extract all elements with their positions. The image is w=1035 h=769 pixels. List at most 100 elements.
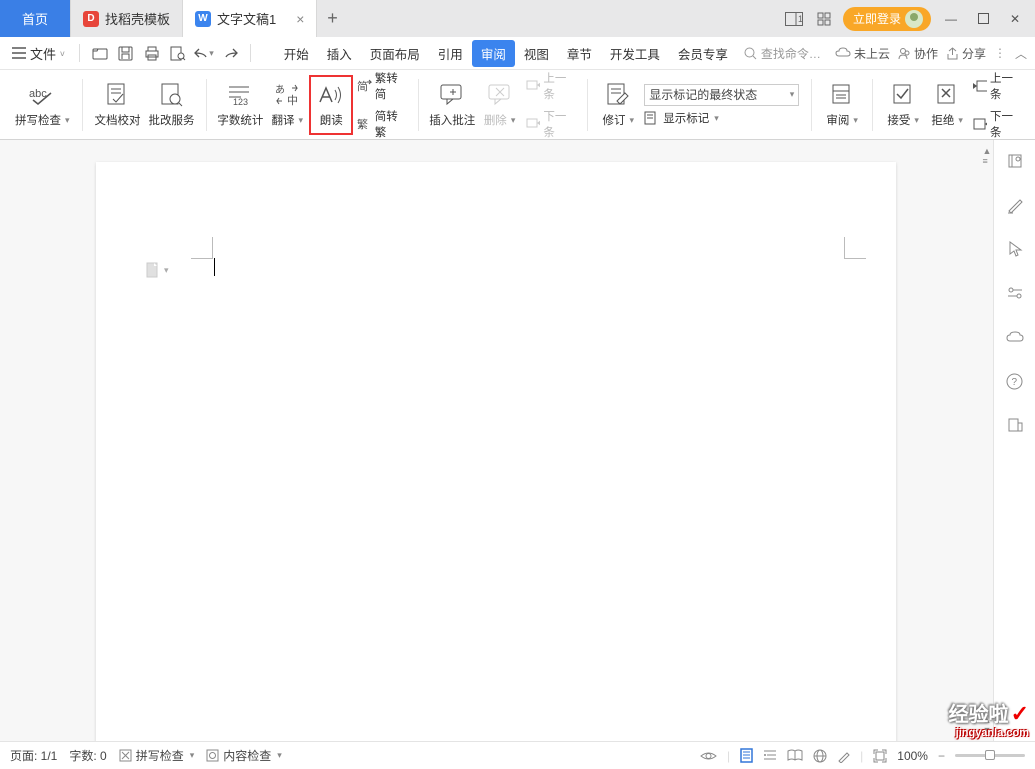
translate-button[interactable]: あ中 翻译	[265, 75, 309, 135]
print-icon[interactable]	[142, 43, 162, 63]
view-outline-icon[interactable]	[763, 749, 777, 762]
word-count-indicator[interactable]: 字数: 0	[69, 747, 106, 764]
review-pane-button[interactable]: 审阅	[820, 75, 864, 135]
hamburger-icon[interactable]: 文件ⅴ	[8, 44, 69, 63]
coop-icon	[898, 47, 911, 60]
cloud-label: 未上云	[854, 45, 890, 62]
fan2jian-icon: 简	[357, 79, 371, 93]
print-preview-icon[interactable]	[168, 43, 188, 63]
revise-label: 修订	[602, 112, 625, 128]
side-doc-icon[interactable]	[1004, 414, 1026, 436]
cloud-status[interactable]: 未上云	[835, 45, 890, 62]
word-count-button[interactable]: 123 字数统计	[215, 75, 265, 135]
fan2jian-label: 繁转简	[375, 70, 406, 102]
review-pane-label: 审阅	[826, 112, 849, 128]
tab-document-label: 文字文稿1	[217, 9, 276, 28]
spell-check-button[interactable]: abc 拼写检查	[11, 75, 74, 135]
minimize-button[interactable]: —	[939, 7, 963, 31]
menu-tab-reference[interactable]: 引用	[429, 40, 472, 67]
view-reading-icon[interactable]	[787, 749, 803, 762]
menu-tab-chapter[interactable]: 章节	[558, 40, 601, 67]
prev-change-button[interactable]: 上一条	[973, 70, 1020, 102]
markup-state-select[interactable]: 显示标记的最终状态▾	[644, 84, 799, 106]
doc-nav-pill[interactable]: ▾	[146, 262, 169, 278]
jian-to-fan-button[interactable]: 繁简转繁	[357, 108, 406, 140]
svg-text:1: 1	[798, 14, 803, 24]
view-web-icon[interactable]	[813, 749, 827, 763]
window-layout-icon[interactable]: 1	[783, 9, 805, 29]
avatar-icon	[905, 10, 923, 28]
view-page-icon[interactable]	[740, 748, 753, 763]
read-aloud-label: 朗读	[320, 112, 343, 128]
reject-label: 拒绝	[931, 112, 954, 128]
tab-home[interactable]: 首页	[0, 0, 71, 37]
menu-tab-member[interactable]: 会员专享	[669, 40, 737, 67]
menu-tab-page-layout[interactable]: 页面布局	[361, 40, 429, 67]
side-cloud-icon[interactable]	[1004, 326, 1026, 348]
eye-icon[interactable]	[700, 750, 717, 762]
menu-tab-developer[interactable]: 开发工具	[601, 40, 669, 67]
search-command[interactable]: 查找命令…	[738, 43, 827, 64]
accept-icon	[892, 81, 914, 109]
content-check-status[interactable]: 内容检查▾	[206, 747, 282, 764]
spell-status-label: 拼写检查	[136, 747, 184, 764]
apps-icon[interactable]	[813, 9, 835, 29]
reject-button[interactable]: 拒绝	[925, 75, 969, 135]
undo-button[interactable]	[194, 43, 214, 63]
share-icon	[946, 47, 959, 60]
revise-service-button[interactable]: 批改服务	[144, 75, 198, 135]
revise-button[interactable]: 修订	[596, 75, 640, 135]
side-help-icon[interactable]: ?	[1004, 370, 1026, 392]
menu-tab-insert[interactable]: 插入	[318, 40, 361, 67]
menu-tab-review[interactable]: 审阅	[472, 40, 515, 67]
new-tab-button[interactable]: +	[317, 0, 347, 37]
tab-template[interactable]: D 找稻壳模板	[71, 0, 183, 37]
side-settings-icon[interactable]	[1004, 282, 1026, 304]
login-button[interactable]: 立即登录	[843, 7, 931, 31]
next-change-icon	[973, 118, 987, 130]
zoom-out-button[interactable]: −	[938, 749, 945, 763]
redo-button[interactable]	[220, 43, 240, 63]
menu-tab-start[interactable]: 开始	[275, 40, 318, 67]
vertical-scrollbar[interactable]: ▲≡ ◦▲▼	[981, 140, 993, 741]
next-comment-button[interactable]: 下一条	[526, 108, 576, 140]
next-change-button[interactable]: 下一条	[973, 108, 1020, 140]
collapse-ribbon-icon[interactable]: ︿	[1015, 45, 1027, 62]
share-label: 分享	[962, 45, 986, 62]
view-writing-icon[interactable]	[837, 749, 850, 763]
insert-comment-button[interactable]: 插入批注	[427, 75, 478, 135]
document-page[interactable]: ▾	[96, 162, 896, 741]
share-button[interactable]: 分享	[946, 45, 986, 62]
svg-text:あ: あ	[275, 84, 285, 96]
side-select-icon[interactable]	[1004, 238, 1026, 260]
review-pane-icon	[831, 81, 853, 109]
side-style-icon[interactable]	[1004, 150, 1026, 172]
show-markup-button[interactable]: 显示标记	[644, 110, 799, 126]
fan-to-jian-button[interactable]: 简繁转简	[357, 70, 406, 102]
zoom-slider[interactable]	[955, 754, 1025, 757]
zoom-level[interactable]: 100%	[897, 749, 928, 763]
save-icon[interactable]	[116, 43, 136, 63]
open-icon[interactable]	[90, 43, 110, 63]
coop-button[interactable]: 协作	[898, 45, 938, 62]
jian2fan-icon: 繁	[357, 117, 371, 131]
prev-comment-button[interactable]: 上一条	[526, 70, 576, 102]
scroll-down-icon[interactable]: ◦▲▼	[983, 705, 992, 735]
doc-proof-button[interactable]: 文档校对	[90, 75, 144, 135]
accept-button[interactable]: 接受	[881, 75, 925, 135]
close-window-button[interactable]: ✕	[1003, 7, 1027, 31]
scroll-up-icon[interactable]: ▲≡	[983, 146, 992, 166]
title-bar: 首页 D 找稻壳模板 W 文字文稿1 × + 1 立即登录 — ✕	[0, 0, 1035, 37]
more-menu-icon[interactable]: ⋮	[994, 46, 1007, 60]
menu-tab-view[interactable]: 视图	[515, 40, 558, 67]
maximize-button[interactable]	[971, 7, 995, 31]
tab-document[interactable]: W 文字文稿1 ×	[183, 0, 317, 37]
delete-comment-button[interactable]: 删除	[478, 75, 522, 135]
menu-tabs: 开始 插入 页面布局 引用 审阅 视图 章节 开发工具 会员专享	[275, 40, 737, 67]
page-indicator[interactable]: 页面: 1/1	[10, 747, 57, 764]
side-pen-icon[interactable]	[1004, 194, 1026, 216]
spell-check-status[interactable]: 拼写检查▾	[119, 747, 195, 764]
fit-icon[interactable]	[873, 749, 887, 763]
close-icon[interactable]: ×	[296, 11, 304, 27]
read-aloud-button[interactable]: 朗读	[309, 75, 353, 135]
